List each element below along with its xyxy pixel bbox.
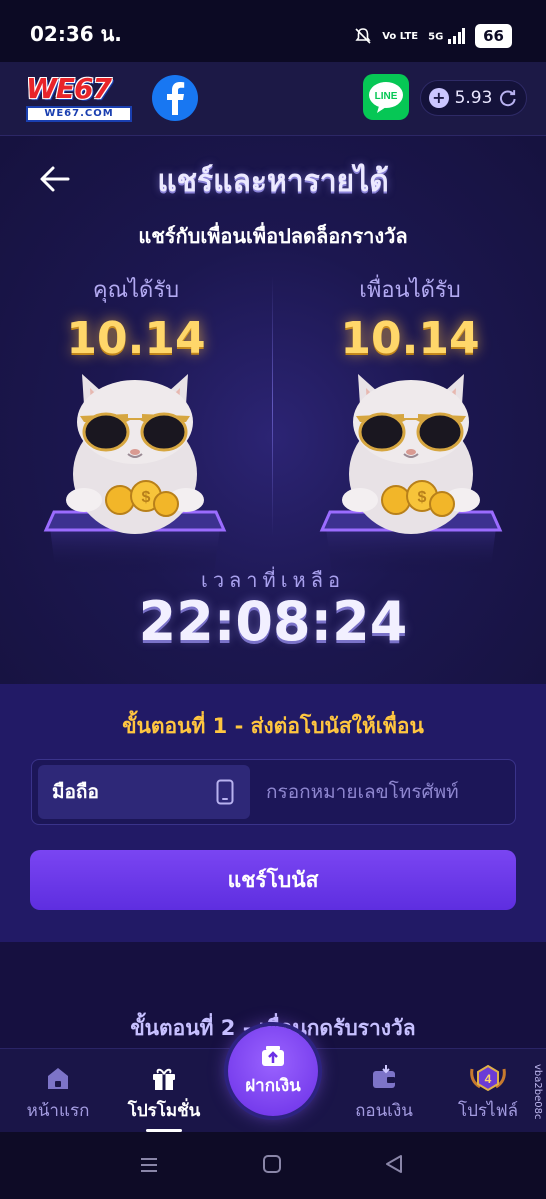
phone-prefix: มือถือ <box>38 765 250 819</box>
share-bonus-button[interactable]: แชร์โบนัส <box>30 850 516 910</box>
mute-icon <box>355 28 371 44</box>
home-icon <box>48 1068 68 1089</box>
friend-receives-label: เพื่อนได้รับ <box>359 278 461 303</box>
you-receive-value: 10.14 <box>66 313 206 364</box>
status-icons: Vo LTE 5G 66 <box>354 24 512 48</box>
nav-item-profile[interactable]: 4 โปรไฟล์ <box>438 1063 538 1124</box>
nav-label-home: หน้าแรก <box>26 1101 90 1121</box>
nav-label-withdraw: ถอนเงิน <box>355 1101 413 1121</box>
gift-icon <box>153 1068 175 1090</box>
page-title: แชร์และหารายได้ <box>157 164 389 199</box>
step1-title: ขั้นตอนที่ 1 - ส่งต่อโบนัสให้เพื่อน <box>122 714 424 738</box>
svg-text:$: $ <box>418 489 427 506</box>
wallet-icon <box>373 1065 395 1088</box>
status-time: 02:36 น. <box>30 22 122 46</box>
svg-text:$: $ <box>142 489 151 506</box>
phone-prefix-label: มือถือ <box>52 781 99 803</box>
phone-number-input[interactable] <box>256 766 508 818</box>
step1-panel: ขั้นตอนที่ 1 - ส่งต่อโบนัสให้เพื่อน มือถ… <box>0 684 546 942</box>
nav-label-profile: โปรไฟล์ <box>457 1101 519 1121</box>
refresh-icon[interactable] <box>498 88 518 108</box>
cat-mascot-illustration: $ <box>319 374 503 574</box>
friend-receives-value: 10.14 <box>340 313 480 364</box>
home-button-icon[interactable] <box>262 1154 282 1174</box>
system-navigation-bar <box>0 1132 546 1199</box>
deposit-button[interactable]: ฝากเงิน <box>228 1026 318 1116</box>
network-label: Vo LTE <box>382 30 419 42</box>
version-tag: vba2be08c <box>532 1064 543 1120</box>
facebook-button[interactable] <box>152 75 198 121</box>
facebook-icon <box>167 82 185 115</box>
vip-badge-icon: 4 <box>470 1064 506 1092</box>
you-receive-label: คุณได้รับ <box>92 278 180 303</box>
countdown-timer: 22:08:24 <box>138 590 408 653</box>
logo-subtext: WE67.COM <box>26 106 132 122</box>
balance-value: 5.93 <box>454 88 493 108</box>
cat-mascot-illustration: $ <box>43 374 227 574</box>
balance-pill[interactable]: + 5.93 <box>420 80 527 116</box>
page-subtitle: แชร์กับเพื่อนเพื่อปลดล็อกรางวัล <box>138 224 408 248</box>
nav-item-withdraw[interactable]: ถอนเงิน <box>334 1063 434 1124</box>
mobile-phone-icon <box>216 779 234 805</box>
logo-text: WE67 <box>26 72 112 105</box>
brand-logo[interactable]: WE67 WE67.COM <box>26 74 132 124</box>
deposit-icon <box>262 1045 284 1066</box>
back-button-icon[interactable] <box>384 1154 404 1174</box>
app-header: WE67 WE67.COM LINE + 5.93 <box>0 62 546 136</box>
line-icon: LINE <box>369 82 403 113</box>
battery-indicator: 66 <box>475 24 512 48</box>
vip-level-badge: 4 <box>485 1072 492 1086</box>
line-button[interactable]: LINE <box>363 74 409 120</box>
nav-label-promotions: โปรโมชั่น <box>127 1101 201 1121</box>
phone-field: มือถือ <box>31 759 516 825</box>
deposit-label: ฝากเงิน <box>245 1075 301 1096</box>
recent-apps-icon[interactable] <box>138 1154 160 1176</box>
status-bar: 02:36 น. Vo LTE 5G 66 <box>0 0 546 68</box>
nav-item-promotions[interactable]: โปรโมชั่น <box>114 1063 214 1124</box>
nav-item-home[interactable]: หน้าแรก <box>8 1063 108 1124</box>
column-divider <box>272 276 273 536</box>
signal-icon: 5G <box>428 28 466 44</box>
share-hero: แชร์และหารายได้ แชร์กับเพื่อนเพื่อปลดล็อ… <box>0 136 546 684</box>
friend-receives-block: เพื่อนได้รับ 10.14 <box>290 272 530 364</box>
you-receive-block: คุณได้รับ 10.14 <box>16 272 256 364</box>
line-label: LINE <box>375 91 398 102</box>
add-funds-icon[interactable]: + <box>429 88 449 108</box>
